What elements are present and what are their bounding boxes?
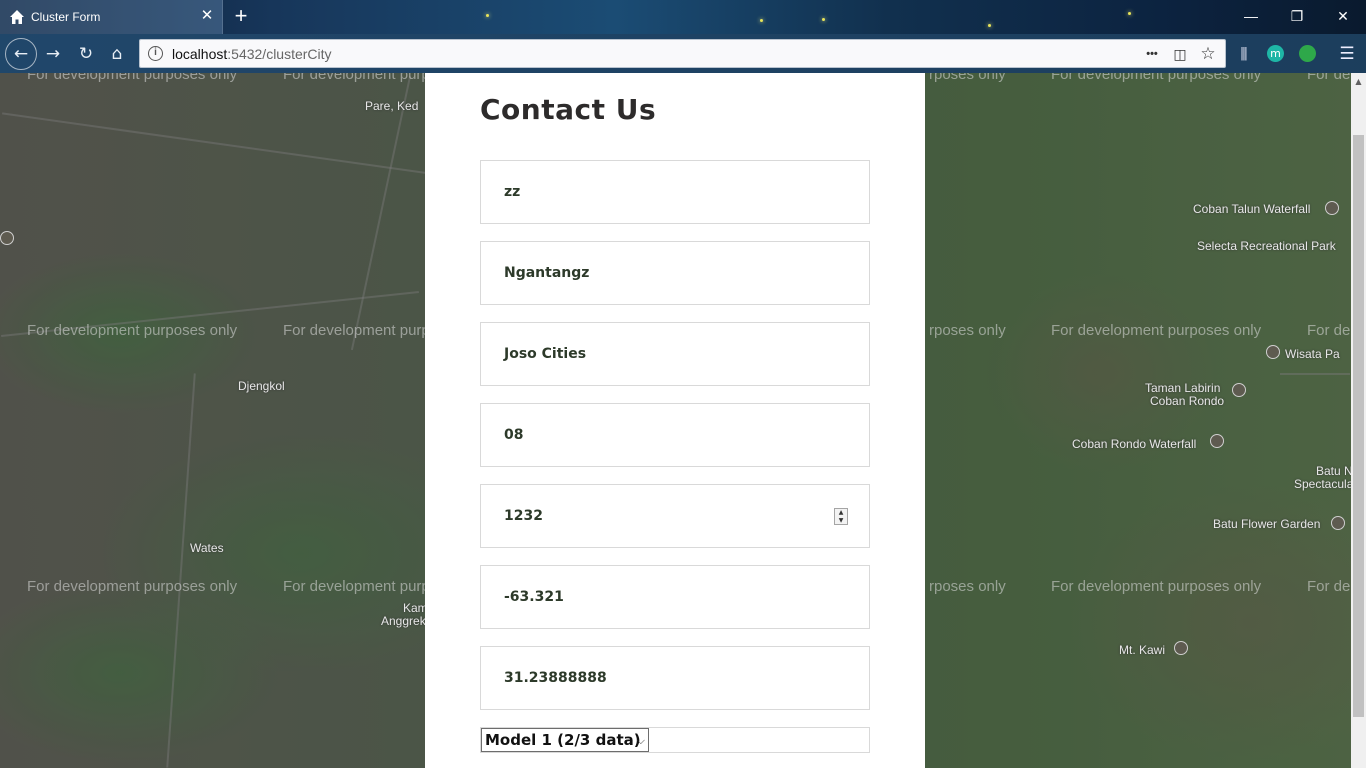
map-place-label: Batu Flower Garden	[1213, 517, 1321, 531]
contact-form-card: Contact Us zz Ngantangz Joso Cities 08 1…	[425, 73, 925, 768]
map-place-label: Mt. Kawi	[1119, 643, 1166, 657]
map-watermark: For development purposes only	[27, 322, 238, 339]
browser-titlebar: Cluster Form ✕ + — ❐ ✕	[0, 0, 1366, 34]
home-button[interactable]: ⌂	[103, 40, 131, 68]
spinner-down-icon[interactable]: ▼	[835, 517, 847, 524]
map-place-label: Wates	[190, 541, 224, 555]
scroll-up-arrow-icon[interactable]: ▲	[1351, 73, 1366, 90]
map-watermark: For de	[1307, 73, 1351, 83]
scrollbar-thumb[interactable]	[1353, 135, 1364, 717]
map-pin-icon[interactable]	[1210, 434, 1224, 448]
page-scrollbar[interactable]: ▲	[1351, 73, 1366, 768]
page-actions-icon[interactable]: •••	[1142, 44, 1162, 64]
map-place-label: Pare, Ked	[365, 99, 419, 113]
library-icon[interactable]: ⫼	[1233, 43, 1255, 65]
field-value: Ngantangz	[504, 265, 590, 281]
mountain-pin-icon[interactable]	[1174, 641, 1188, 655]
map-place-label: Coban Rondo Waterfall	[1072, 437, 1197, 451]
decor-firefly	[988, 24, 991, 27]
extension-icon[interactable]	[1299, 45, 1316, 62]
field-value: Joso Cities	[504, 346, 587, 362]
browser-navbar: ← → ↻ ⌂ i localhost:5432/clusterCity •••…	[0, 34, 1366, 73]
url-bar[interactable]: i localhost:5432/clusterCity ••• ◫ ☆	[139, 39, 1226, 68]
latitude-input[interactable]: -63.321	[480, 565, 870, 629]
hamburger-menu-icon[interactable]: ☰	[1336, 43, 1358, 65]
field-value: 1232	[504, 508, 543, 524]
map-place-label: Wisata Pa	[1285, 347, 1340, 361]
map-watermark: For development purposes only	[1051, 73, 1262, 83]
url-text: localhost:5432/clusterCity	[172, 46, 332, 62]
map-place-label: Selecta Recreational Park	[1197, 239, 1336, 253]
reload-button[interactable]: ↻	[72, 40, 100, 68]
map-place-label: Spectacular (B	[1294, 477, 1351, 491]
pocket-icon[interactable]: ◫	[1170, 44, 1190, 64]
model-select[interactable]: Model 1 (2/3 data) ⌵	[481, 728, 649, 752]
map-place-label: Anggrek	[381, 614, 426, 628]
url-path: :5432/clusterCity	[227, 46, 332, 62]
field-value: zz	[504, 184, 521, 200]
new-tab-button[interactable]: +	[230, 5, 252, 27]
map-place-label: Kam	[403, 601, 428, 615]
number-input[interactable]: 1232 ▲ ▼	[480, 484, 870, 548]
longitude-input[interactable]: 31.23888888	[480, 646, 870, 710]
map-place-label: Djengkol	[238, 379, 285, 393]
map-place-label: Taman Labirin	[1145, 381, 1221, 395]
field-value: 31.23888888	[504, 670, 607, 686]
field-value: 08	[504, 427, 524, 443]
map-watermark: For development purposes only	[1051, 578, 1262, 595]
field-value: -63.321	[504, 589, 564, 605]
map-watermark: For development purposes only	[27, 73, 238, 83]
name-input[interactable]: zz	[480, 160, 870, 224]
map-pin-icon[interactable]	[1325, 201, 1339, 215]
tab-title: Cluster Form	[31, 10, 101, 24]
map-watermark: rposes only	[929, 73, 1006, 83]
model-select-row: Model 1 (2/3 data) ⌵	[480, 727, 870, 753]
form-title: Contact Us	[480, 93, 657, 126]
map-pin-icon[interactable]	[1331, 516, 1345, 530]
city-input[interactable]: Joso Cities	[480, 322, 870, 386]
restore-button[interactable]: ❐	[1274, 0, 1320, 34]
code-input[interactable]: 08	[480, 403, 870, 467]
number-spinner[interactable]: ▲ ▼	[834, 508, 848, 525]
map-watermark: rposes only	[929, 578, 1006, 595]
map-pin-icon[interactable]	[1232, 383, 1246, 397]
back-button[interactable]: ←	[5, 38, 37, 70]
chevron-down-icon: ⌵	[636, 734, 645, 747]
forward-button[interactable]: →	[39, 40, 67, 68]
browser-tab-active[interactable]: Cluster Form ✕	[0, 0, 223, 34]
account-avatar-icon[interactable]: m	[1267, 45, 1284, 62]
map-place-label: Coban Rondo	[1150, 394, 1225, 408]
district-input[interactable]: Ngantangz	[480, 241, 870, 305]
map-watermark: For de	[1307, 578, 1351, 595]
map-place-label: Batu N	[1316, 464, 1351, 478]
spinner-up-icon[interactable]: ▲	[835, 509, 847, 516]
map-watermark: rposes only	[929, 322, 1006, 339]
close-tab-icon[interactable]: ✕	[199, 8, 215, 24]
decor-firefly	[1128, 12, 1131, 15]
map-place-label: Coban Talun Waterfall	[1193, 202, 1311, 216]
model-select-value: Model 1 (2/3 data)	[485, 731, 641, 749]
map-watermark: For development purposes only	[1051, 322, 1262, 339]
map-pin-icon[interactable]	[1266, 345, 1280, 359]
minimize-button[interactable]: —	[1228, 0, 1274, 34]
map-watermark: For development purposes only	[27, 578, 238, 595]
url-host: localhost	[172, 46, 228, 62]
site-info-icon[interactable]: i	[148, 46, 163, 61]
decor-firefly	[486, 14, 489, 17]
close-window-button[interactable]: ✕	[1320, 0, 1366, 34]
decor-firefly	[822, 18, 825, 21]
map-watermark: For de	[1307, 322, 1351, 339]
decor-firefly	[760, 19, 763, 22]
bookmark-star-icon[interactable]: ☆	[1198, 44, 1218, 64]
home-icon	[10, 10, 24, 24]
map-pin-icon[interactable]	[0, 231, 14, 245]
